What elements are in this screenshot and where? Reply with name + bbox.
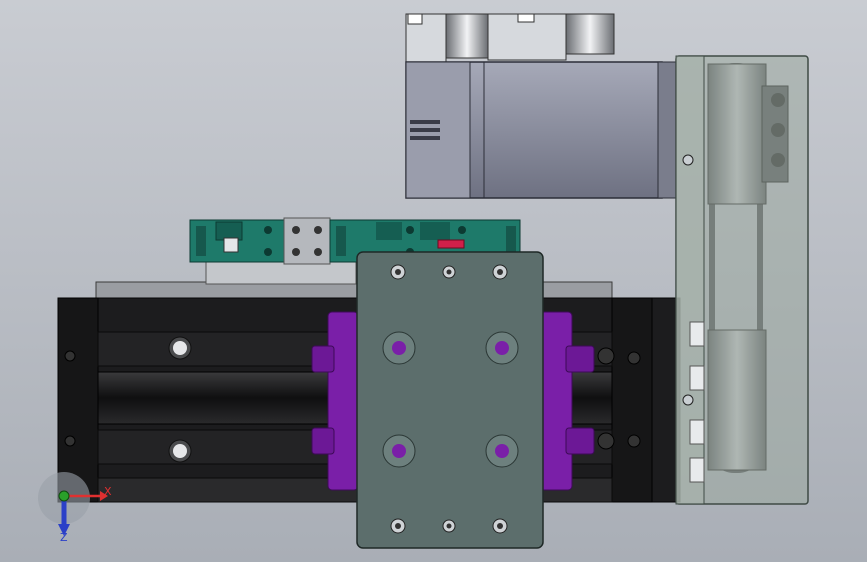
carriage-plate[interactable] (356, 251, 544, 549)
y-axis-origin (58, 490, 70, 502)
bearing-block-right (539, 311, 573, 491)
cable-nut (565, 13, 615, 55)
rail-end-cap-right (611, 297, 653, 503)
rail-end-cap-left (57, 297, 99, 503)
z-axis-label: Z (60, 531, 68, 544)
x-axis-label: X (104, 485, 112, 498)
bearing-block-left (327, 311, 359, 491)
valve-indicator (437, 239, 465, 249)
cad-viewport[interactable]: X Z (0, 0, 867, 562)
cad-model-scene (0, 0, 867, 562)
belt-drive-housing[interactable] (675, 55, 809, 505)
manifold-block (283, 217, 331, 265)
cable-nut (445, 13, 489, 59)
